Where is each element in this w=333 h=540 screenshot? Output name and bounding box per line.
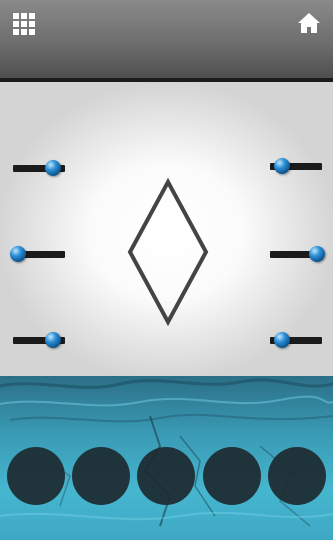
- slider-knob[interactable]: [45, 332, 61, 348]
- top-bar: [0, 0, 333, 80]
- inventory-slot-2[interactable]: [72, 447, 130, 505]
- slider-right-middle[interactable]: [270, 246, 325, 262]
- grid-menu-icon[interactable]: [13, 13, 35, 35]
- slider-knob[interactable]: [274, 332, 290, 348]
- diamond-shape: [127, 178, 209, 326]
- inventory-slot-5[interactable]: [268, 447, 326, 505]
- inventory-slot-4[interactable]: [203, 447, 261, 505]
- slider-right-bottom[interactable]: [270, 332, 322, 348]
- slider-left-middle[interactable]: [10, 246, 65, 262]
- slider-knob[interactable]: [45, 160, 61, 176]
- slider-knob[interactable]: [309, 246, 325, 262]
- inventory-slot-1[interactable]: [7, 447, 65, 505]
- slider-right-top[interactable]: [270, 158, 322, 174]
- slider-knob[interactable]: [10, 246, 26, 262]
- slider-knob[interactable]: [274, 158, 290, 174]
- slider-left-top[interactable]: [13, 160, 65, 176]
- inventory-slot-3[interactable]: [137, 447, 195, 505]
- home-icon[interactable]: [296, 10, 322, 36]
- slider-left-bottom[interactable]: [13, 332, 65, 348]
